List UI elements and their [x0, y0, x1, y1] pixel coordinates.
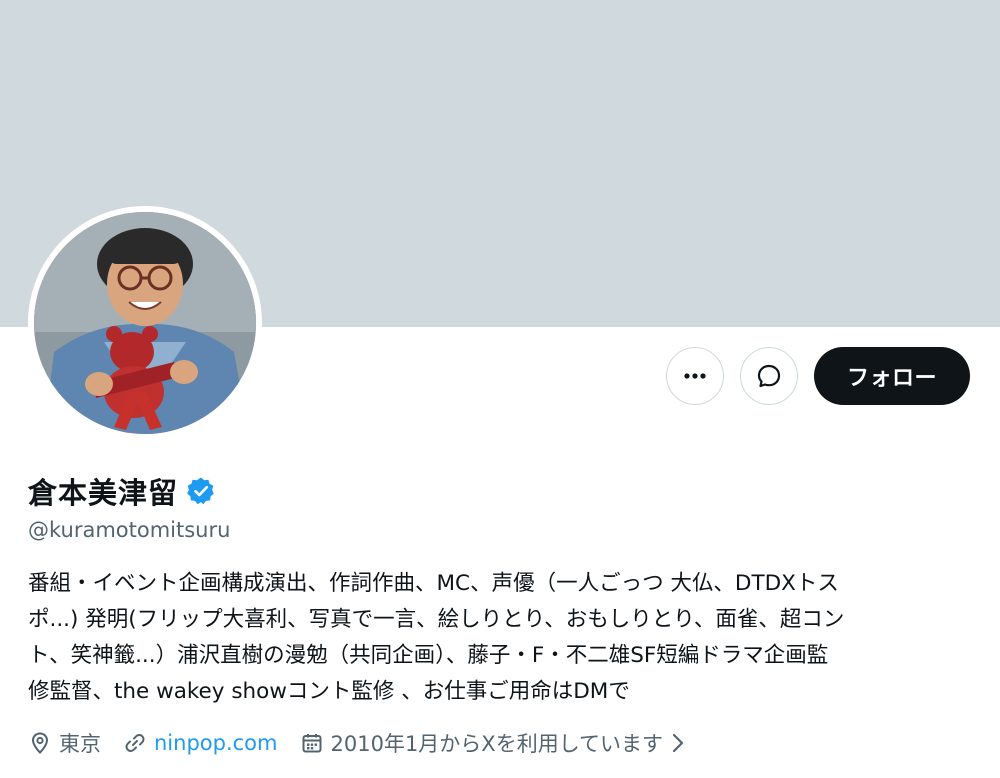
verified-badge-icon[interactable] [186, 476, 216, 506]
bio-line: ト、笑神籤...）浦沢直樹の漫勉（共同企画）、藤子・F・不二雄SF短編ドラマ企画… [28, 643, 829, 668]
chevron-right-icon [672, 733, 684, 753]
profile-meta: 東京 ninpop.com 2010年1月からXを利用しています [28, 728, 714, 758]
avatar-photo [34, 212, 256, 434]
bio-line: 番組・イベント企画構成演出、作詞作曲、MC、声優（一人ごっつ 大仏、DTDXトス [28, 571, 839, 596]
bio-line: 修監督、the wakey showコント監修 、お仕事ご用命はDMで [28, 679, 630, 704]
profile-bio: 番組・イベント企画構成演出、作詞作曲、MC、声優（一人ごっつ 大仏、DTDXトス… [28, 566, 978, 710]
message-icon [757, 364, 781, 388]
website-item[interactable]: ninpop.com [123, 731, 278, 755]
link-icon [125, 734, 145, 752]
avatar-ring [28, 206, 262, 440]
location-pin-icon [31, 732, 49, 754]
display-name: 倉本美津留 [28, 476, 179, 510]
website-link[interactable]: ninpop.com [154, 731, 278, 755]
user-handle: @kuramotomitsuru [28, 518, 231, 542]
location-text: 東京 [59, 732, 101, 756]
follow-button[interactable]: フォロー [814, 347, 970, 405]
joined-text: 2010年1月からXを利用しています [330, 732, 664, 756]
calendar-icon [302, 734, 321, 753]
more-button[interactable] [666, 347, 724, 405]
avatar[interactable] [34, 212, 256, 434]
location-item: 東京 [28, 728, 101, 758]
joined-item[interactable]: 2010年1月からXを利用しています [300, 728, 693, 758]
more-dots-icon [684, 373, 706, 379]
bio-line: ポ...) 発明(フリップ大喜利、写真で一言、絵しりとり、おもしりとり、面雀、超… [28, 607, 845, 632]
name-row: 倉本美津留 [28, 470, 216, 512]
message-button[interactable] [740, 347, 798, 405]
